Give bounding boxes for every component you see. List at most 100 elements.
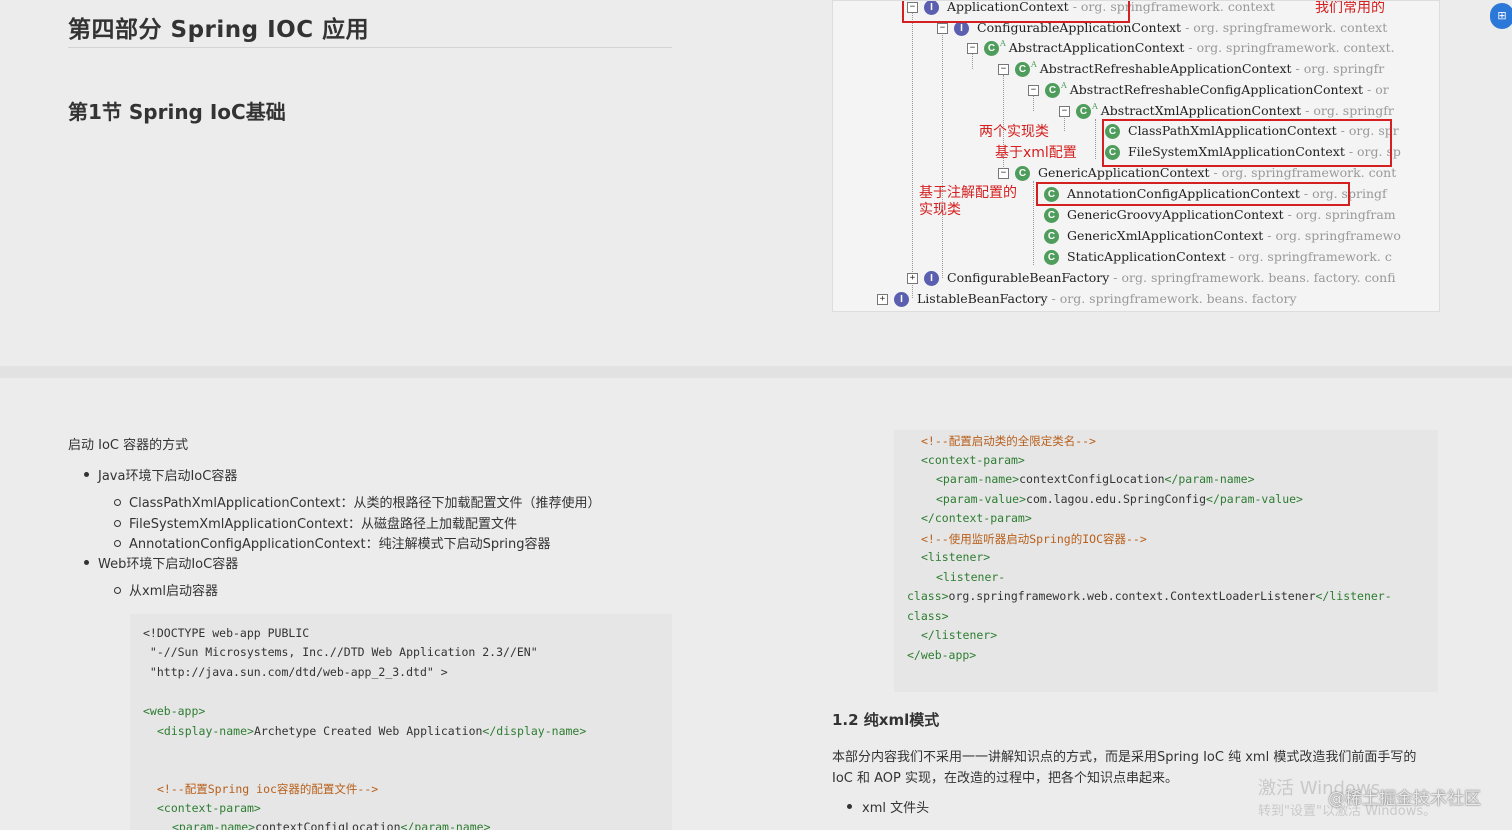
code-line: <context-param> bbox=[921, 453, 1025, 467]
sub-bullet-icon bbox=[114, 499, 121, 506]
note-xml-config: 基于xml配置 bbox=[995, 145, 1077, 161]
collapse-icon: − bbox=[1028, 85, 1039, 96]
class-icon: C bbox=[1044, 229, 1059, 244]
node-package: - org. springfram bbox=[1287, 207, 1396, 222]
highlight-box-common bbox=[902, 1, 1130, 23]
collapse-icon: − bbox=[1059, 106, 1070, 117]
interface-icon: I bbox=[894, 292, 909, 307]
node-name: AbstractXmlApplicationContext bbox=[1100, 103, 1302, 118]
code-tag: </listener- bbox=[1315, 589, 1392, 603]
tree-node: C GenericXmlApplicationContext - org. spr… bbox=[1044, 227, 1401, 245]
description-line: IoC 和 AOP 实现，在改造的过程中，把各个知识点串起来。 bbox=[832, 771, 1178, 786]
interface-icon: I bbox=[924, 271, 939, 286]
node-name: StaticApplicationContext bbox=[1067, 249, 1226, 264]
node-package: - org. springframework. beans. factory bbox=[1051, 291, 1297, 306]
note-impl-class: 实现类 bbox=[919, 202, 961, 218]
code-tag: </param-name> bbox=[1164, 472, 1255, 486]
code-line: <param-name>contextConfigLocation</param… bbox=[936, 472, 1255, 486]
code-tag: </param-value> bbox=[1206, 492, 1303, 506]
webxml-code-block: <!DOCTYPE web-app PUBLIC "-//Sun Microsy… bbox=[130, 614, 672, 830]
code-tag: <display-name> bbox=[157, 724, 254, 738]
collapse-icon: − bbox=[998, 64, 1009, 75]
code-line: class> bbox=[907, 609, 949, 623]
site-watermark: @稀土掘金技术社区 bbox=[1328, 789, 1481, 809]
translate-icon[interactable]: ⊞ bbox=[1490, 3, 1512, 29]
code-line: <listener> bbox=[921, 550, 991, 564]
code-line: </web-app> bbox=[907, 648, 977, 662]
bullet-icon bbox=[84, 560, 89, 565]
classpath-item: ClassPathXmlApplicationContext：从类的根路径下加载… bbox=[129, 496, 601, 511]
tree-node: + I ListableBeanFactory - org. springframe… bbox=[877, 290, 1297, 308]
sub-bullet-icon bbox=[114, 540, 121, 547]
node-name: GenericApplicationContext bbox=[1038, 165, 1210, 180]
class-icon: C bbox=[1044, 250, 1059, 265]
note-common: 我们常用的 bbox=[1315, 0, 1385, 16]
code-text: Archetype Created Web Application bbox=[253, 724, 483, 738]
class-hierarchy-figure: − I ApplicationContext - org. springframew… bbox=[832, 0, 1440, 312]
node-package: - or bbox=[1367, 82, 1389, 97]
node-name: AbstractApplicationContext bbox=[1008, 40, 1185, 55]
node-package: - org. springframework. context. bbox=[1188, 40, 1395, 55]
code-line: "-//Sun Microsystems, Inc.//DTD Web Appl… bbox=[143, 645, 538, 659]
node-name: ListableBeanFactory bbox=[917, 291, 1048, 306]
annotation-item: AnnotationConfigApplicationContext：纯注解模式… bbox=[129, 537, 551, 552]
node-package: - org. springframework. c bbox=[1229, 249, 1392, 264]
note-annotation: 基于注解配置的 bbox=[919, 185, 1017, 201]
code-tag: <param-name> bbox=[936, 472, 1020, 486]
code-text: com.lagou.edu.SpringConfig bbox=[1026, 492, 1207, 506]
code-line: <!DOCTYPE web-app PUBLIC bbox=[143, 626, 310, 640]
expand-icon: + bbox=[907, 273, 918, 284]
bottom-panel: 启动 IoC 容器的方式 Java环境下启动IoC容器 ClassPathXml… bbox=[0, 378, 1512, 830]
filesystem-item: FileSystemXmlApplicationContext：从磁盘路径上加载… bbox=[129, 517, 517, 532]
node-name: GenericXmlApplicationContext bbox=[1067, 228, 1264, 243]
tree-node: − C A AbstractApplicationContext - org. spr… bbox=[967, 39, 1395, 57]
bullet-icon bbox=[847, 804, 852, 809]
abstract-marker: A bbox=[1061, 81, 1067, 90]
tree-guide bbox=[1095, 119, 1096, 159]
tree-guide bbox=[1033, 181, 1034, 265]
code-text: org.springframework.web.context.ContextL… bbox=[948, 589, 1316, 603]
java-env-item: Java环境下启动IoC容器 bbox=[98, 469, 238, 484]
node-name: AbstractRefreshableApplicationContext bbox=[1039, 61, 1292, 76]
class-icon: C bbox=[1015, 62, 1030, 77]
code-line: <display-name>Archetype Created Web Appl… bbox=[157, 724, 586, 738]
node-package: - org. springframework. cont bbox=[1213, 165, 1397, 180]
tree-node: − C A AbstractRefreshableConfigApplicationC… bbox=[1028, 81, 1389, 99]
collapse-icon: − bbox=[998, 168, 1009, 179]
highlight-box-annotation bbox=[1036, 182, 1350, 206]
class-icon: C bbox=[1045, 83, 1060, 98]
abstract-marker: A bbox=[1000, 39, 1006, 48]
tree-guide bbox=[912, 13, 913, 298]
page-separator bbox=[0, 366, 1512, 378]
class-icon: C bbox=[1044, 208, 1059, 223]
code-line: <param-name>contextConfigLocation</param… bbox=[172, 820, 491, 830]
note-two-impl: 两个实现类 bbox=[979, 124, 1049, 140]
code-text: contextConfigLocation bbox=[1019, 472, 1165, 486]
code-tag: <param-name> bbox=[172, 820, 256, 830]
section-title: 第1节 Spring IoC基础 bbox=[68, 100, 286, 124]
class-icon: C bbox=[984, 41, 999, 56]
code-line: <listener- bbox=[936, 570, 1006, 584]
node-package: - org. springfr bbox=[1295, 61, 1385, 76]
description-line: 本部分内容我们不采用一一讲解知识点的方式，而是采用Spring IoC 纯 xm… bbox=[832, 750, 1417, 765]
code-tag: </param-name> bbox=[400, 820, 491, 830]
highlight-box-xml bbox=[1102, 119, 1392, 167]
intro-text: 启动 IoC 容器的方式 bbox=[68, 438, 189, 453]
sub-bullet-icon bbox=[114, 520, 121, 527]
class-icon: C bbox=[1076, 104, 1091, 119]
code-line: <web-app> bbox=[143, 704, 206, 718]
code-tag: class> bbox=[907, 589, 949, 603]
code-line: "http://java.sun.com/dtd/web-app_2_3.dtd… bbox=[143, 665, 448, 679]
listener-code-block: <!--配置启动类的全限定类名--> <context-param> <para… bbox=[894, 430, 1438, 692]
code-line: </context-param> bbox=[921, 511, 1032, 525]
node-package: - org. springframework. context bbox=[1185, 20, 1388, 35]
expand-icon: + bbox=[877, 294, 888, 305]
bullet-icon bbox=[84, 472, 89, 477]
code-line: <param-value>com.lagou.edu.SpringConfig<… bbox=[936, 492, 1303, 506]
tree-node: C StaticApplicationContext - org. springf… bbox=[1044, 248, 1392, 266]
top-panel: 第四部分 Spring IOC 应用 第1节 Spring IoC基础 − I Ap… bbox=[0, 0, 1512, 366]
code-text: contextConfigLocation bbox=[255, 820, 401, 830]
node-name: AbstractRefreshableConfigApplicationCont… bbox=[1069, 82, 1364, 97]
code-comment: <!--使用监听器启动Spring的IOC容器--> bbox=[921, 532, 1147, 546]
tree-node: − C A AbstractRefreshableApplicationContext… bbox=[998, 60, 1384, 78]
